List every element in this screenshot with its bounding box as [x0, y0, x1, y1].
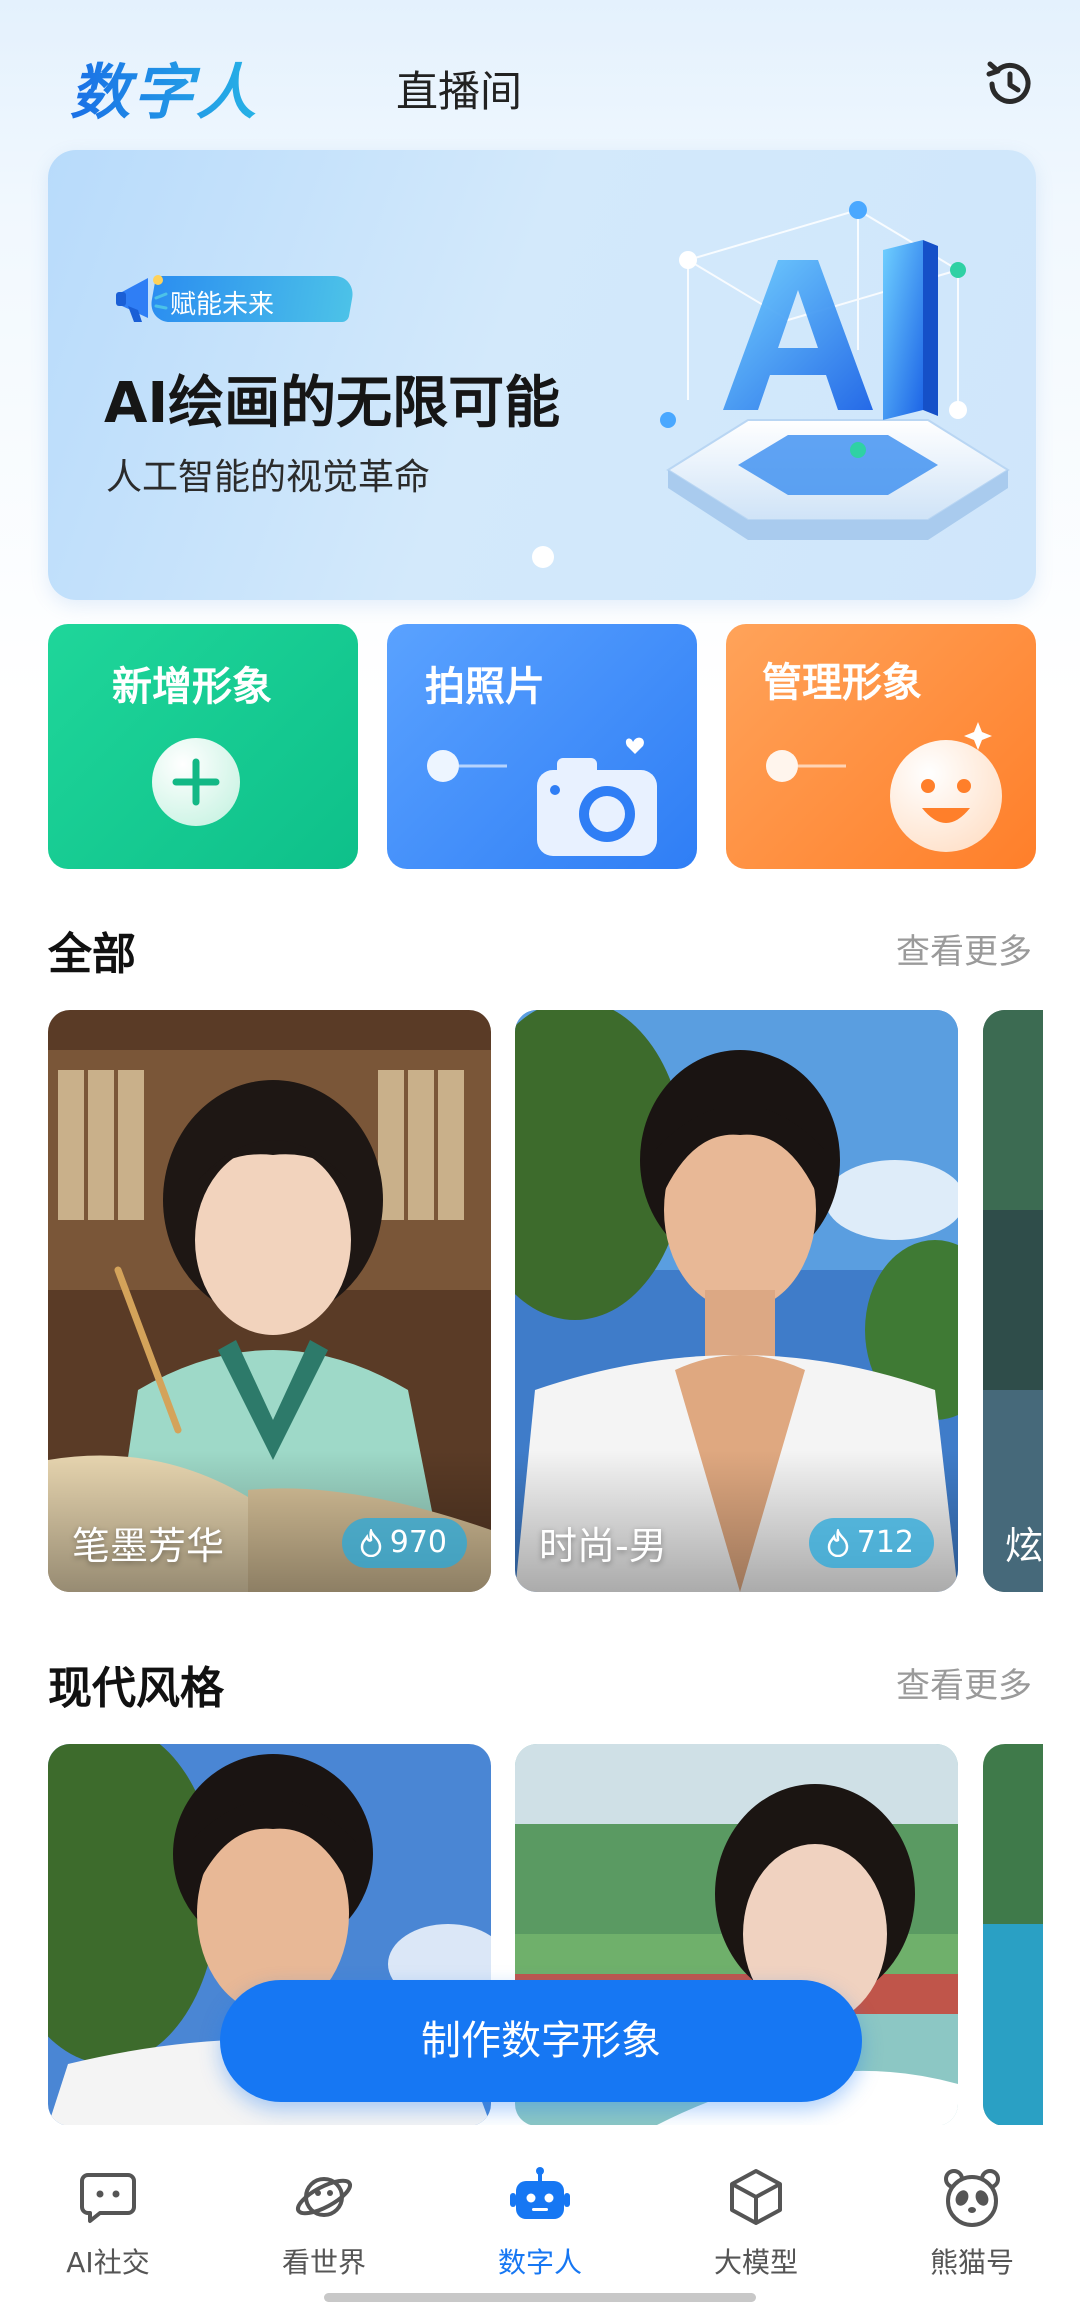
plus-icon: [152, 738, 240, 826]
avatar-card[interactable]: 笔墨芳华 970: [48, 1010, 491, 1592]
banner-badge: 赋能未来: [112, 268, 357, 324]
nav-see-world[interactable]: 看世界: [244, 2165, 404, 2281]
avatar-name: 炫: [1005, 1524, 1043, 1568]
avatar-image-fashion-male: [515, 1010, 958, 1592]
popularity-count: 712: [856, 1525, 914, 1560]
add-avatar-label: 新增形象: [112, 664, 272, 710]
popularity-badge: 970: [341, 1518, 467, 1568]
manage-avatar-label: 管理形象: [762, 660, 922, 706]
camera-icon: [427, 737, 657, 856]
cube-icon: [730, 2169, 782, 2225]
nav-label: AI社交: [66, 2246, 150, 2279]
planet-icon: [295, 2177, 353, 2217]
ai-3d-illustration: [660, 201, 1010, 540]
manage-avatar-card[interactable]: 管理形象: [726, 624, 1036, 869]
nav-large-model[interactable]: 大模型: [676, 2165, 836, 2281]
popularity-count: 970: [389, 1525, 447, 1560]
nav-label: 数字人: [497, 2246, 582, 2279]
take-photo-label: 拍照片: [425, 664, 545, 710]
avatar-name: 时尚-男: [539, 1524, 667, 1568]
avatar-image-peek: [983, 1010, 1043, 1592]
create-digital-avatar-button[interactable]: 制作数字形象: [220, 1980, 862, 2102]
avatar-image-peek: [983, 1744, 1043, 2126]
banner-badge-text: 赋能未来: [170, 290, 275, 320]
banner-page-indicator: [532, 546, 554, 568]
flame-icon: [360, 1529, 381, 1557]
add-avatar-card[interactable]: 新增形象: [48, 624, 358, 869]
promo-banner[interactable]: 赋能未来 AI绘画的无限可能 人工智能的视觉革命: [48, 150, 1036, 600]
section-title-all: 全部: [48, 929, 136, 980]
smiley-icon: [766, 722, 1002, 852]
bottom-navigation: AI社交 看世界 数字人 大模型 熊猫号: [0, 2125, 1080, 2307]
panda-icon: [944, 2169, 1000, 2227]
nav-panda-account[interactable]: 熊猫号: [892, 2165, 1052, 2281]
popularity-badge: 712: [808, 1518, 934, 1568]
avatar-card-peek[interactable]: 炫: [983, 1010, 1043, 1592]
top-header: 数字人 直播间: [0, 0, 1080, 150]
chat-bubble-icon: [80, 2173, 136, 2223]
tab-digital-human[interactable]: 数字人: [70, 44, 259, 131]
banner-title: AI绘画的无限可能: [104, 371, 561, 436]
nav-label: 熊猫号: [929, 2246, 1014, 2279]
avatar-card[interactable]: 时尚-男 712: [515, 1010, 958, 1592]
history-icon[interactable]: [982, 56, 1038, 112]
take-photo-card[interactable]: 拍照片: [387, 624, 697, 869]
avatar-card-peek[interactable]: [983, 1744, 1043, 2126]
robot-icon: [510, 2167, 570, 2219]
tab-live-room[interactable]: 直播间: [396, 58, 522, 119]
home-indicator: [324, 2293, 756, 2302]
see-more-all[interactable]: 查看更多: [896, 924, 1032, 973]
banner-subtitle: 人工智能的视觉革命: [106, 457, 431, 498]
nav-label: 看世界: [281, 2246, 366, 2279]
nav-label: 大模型: [713, 2246, 798, 2279]
section-title-modern: 现代风格: [48, 1663, 224, 1714]
avatar-image-scholar: [48, 1010, 491, 1592]
avatar-name: 笔墨芳华: [72, 1524, 225, 1568]
see-more-modern[interactable]: 查看更多: [896, 1658, 1032, 1707]
flame-icon: [827, 1529, 848, 1557]
nav-ai-social[interactable]: AI社交: [28, 2165, 188, 2281]
nav-digital-human[interactable]: 数字人: [460, 2165, 620, 2281]
